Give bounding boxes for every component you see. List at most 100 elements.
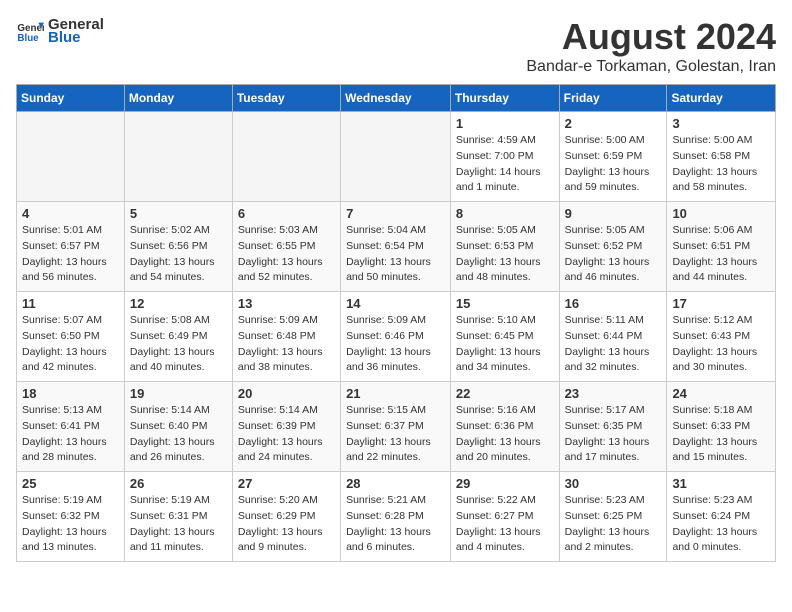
- day-number: 16: [565, 296, 662, 311]
- day-info: Sunrise: 5:12 AMSunset: 6:43 PMDaylight:…: [672, 313, 770, 376]
- day-info: Sunrise: 5:15 AMSunset: 6:37 PMDaylight:…: [346, 403, 445, 466]
- location-title: Bandar-e Torkaman, Golestan, Iran: [526, 58, 776, 76]
- day-cell: [124, 112, 232, 202]
- week-row-5: 25 Sunrise: 5:19 AMSunset: 6:32 PMDayligh…: [17, 472, 776, 562]
- header-thursday: Thursday: [450, 85, 559, 112]
- header-monday: Monday: [124, 85, 232, 112]
- month-title: August 2024: [526, 16, 776, 58]
- day-cell: 21Sunrise: 5:15 AMSunset: 6:37 PMDayligh…: [341, 382, 451, 472]
- day-cell: 30 Sunrise: 5:23 AMSunset: 6:25 PMDayligh…: [559, 472, 667, 562]
- week-row-3: 11Sunrise: 5:07 AMSunset: 6:50 PMDayligh…: [17, 292, 776, 382]
- day-number: 8: [456, 206, 554, 221]
- day-cell: [232, 112, 340, 202]
- day-number: 12: [130, 296, 227, 311]
- day-cell: 23 Sunrise: 5:17 AMSunset: 6:35 PMDayligh…: [559, 382, 667, 472]
- day-info: Sunrise: 5:22 AMSunset: 6:27 PMDaylight:…: [456, 493, 554, 556]
- day-info: Sunrise: 5:04 AMSunset: 6:54 PMDaylight:…: [346, 223, 445, 286]
- day-cell: 4 Sunrise: 5:01 AMSunset: 6:57 PMDaylight…: [17, 202, 125, 292]
- day-cell: [17, 112, 125, 202]
- day-cell: 19Sunrise: 5:14 AMSunset: 6:40 PMDayligh…: [124, 382, 232, 472]
- day-cell: 8 Sunrise: 5:05 AMSunset: 6:53 PMDaylight…: [450, 202, 559, 292]
- day-cell: 18Sunrise: 5:13 AMSunset: 6:41 PMDayligh…: [17, 382, 125, 472]
- header-saturday: Saturday: [667, 85, 776, 112]
- day-number: 19: [130, 386, 227, 401]
- day-cell: 15 Sunrise: 5:10 AMSunset: 6:45 PMDayligh…: [450, 292, 559, 382]
- week-row-2: 4 Sunrise: 5:01 AMSunset: 6:57 PMDaylight…: [17, 202, 776, 292]
- day-cell: 10 Sunrise: 5:06 AMSunset: 6:51 PMDayligh…: [667, 202, 776, 292]
- day-info: Sunrise: 5:23 AMSunset: 6:25 PMDaylight:…: [565, 493, 662, 556]
- svg-text:Blue: Blue: [17, 33, 39, 44]
- day-info: Sunrise: 5:20 AMSunset: 6:29 PMDaylight:…: [238, 493, 335, 556]
- day-number: 10: [672, 206, 770, 221]
- calendar-header-row: SundayMondayTuesdayWednesdayThursdayFrid…: [17, 85, 776, 112]
- day-number: 29: [456, 476, 554, 491]
- calendar-table: SundayMondayTuesdayWednesdayThursdayFrid…: [16, 84, 776, 562]
- day-number: 13: [238, 296, 335, 311]
- day-number: 4: [22, 206, 119, 221]
- day-info: Sunrise: 5:05 AMSunset: 6:52 PMDaylight:…: [565, 223, 662, 286]
- day-number: 9: [565, 206, 662, 221]
- day-number: 6: [238, 206, 335, 221]
- day-cell: 26 Sunrise: 5:19 AMSunset: 6:31 PMDayligh…: [124, 472, 232, 562]
- day-info: Sunrise: 5:18 AMSunset: 6:33 PMDaylight:…: [672, 403, 770, 466]
- day-info: Sunrise: 5:06 AMSunset: 6:51 PMDaylight:…: [672, 223, 770, 286]
- day-info: Sunrise: 5:09 AMSunset: 6:46 PMDaylight:…: [346, 313, 445, 376]
- day-info: Sunrise: 5:00 AMSunset: 6:58 PMDaylight:…: [672, 133, 770, 196]
- day-info: Sunrise: 5:21 AMSunset: 6:28 PMDaylight:…: [346, 493, 445, 556]
- day-cell: 17 Sunrise: 5:12 AMSunset: 6:43 PMDayligh…: [667, 292, 776, 382]
- header: General Blue General Blue August 2024 Ba…: [16, 16, 776, 76]
- day-info: Sunrise: 5:10 AMSunset: 6:45 PMDaylight:…: [456, 313, 554, 376]
- day-cell: 9 Sunrise: 5:05 AMSunset: 6:52 PMDaylight…: [559, 202, 667, 292]
- day-cell: 25 Sunrise: 5:19 AMSunset: 6:32 PMDayligh…: [17, 472, 125, 562]
- day-cell: 20Sunrise: 5:14 AMSunset: 6:39 PMDayligh…: [232, 382, 340, 472]
- day-number: 15: [456, 296, 554, 311]
- day-info: Sunrise: 5:05 AMSunset: 6:53 PMDaylight:…: [456, 223, 554, 286]
- day-number: 20: [238, 386, 335, 401]
- day-number: 3: [672, 116, 770, 131]
- day-cell: 5 Sunrise: 5:02 AMSunset: 6:56 PMDaylight…: [124, 202, 232, 292]
- day-info: Sunrise: 4:59 AMSunset: 7:00 PMDaylight:…: [456, 133, 554, 196]
- header-sunday: Sunday: [17, 85, 125, 112]
- day-number: 25: [22, 476, 119, 491]
- day-info: Sunrise: 5:07 AMSunset: 6:50 PMDaylight:…: [22, 313, 119, 376]
- day-number: 1: [456, 116, 554, 131]
- day-number: 2: [565, 116, 662, 131]
- day-info: Sunrise: 5:16 AMSunset: 6:36 PMDaylight:…: [456, 403, 554, 466]
- day-number: 22: [456, 386, 554, 401]
- logo-icon: General Blue: [16, 17, 44, 45]
- day-info: Sunrise: 5:17 AMSunset: 6:35 PMDaylight:…: [565, 403, 662, 466]
- day-cell: 13 Sunrise: 5:09 AMSunset: 6:48 PMDayligh…: [232, 292, 340, 382]
- day-cell: 31Sunrise: 5:23 AMSunset: 6:24 PMDayligh…: [667, 472, 776, 562]
- day-info: Sunrise: 5:02 AMSunset: 6:56 PMDaylight:…: [130, 223, 227, 286]
- day-number: 5: [130, 206, 227, 221]
- day-cell: 27Sunrise: 5:20 AMSunset: 6:29 PMDayligh…: [232, 472, 340, 562]
- day-number: 26: [130, 476, 227, 491]
- logo: General Blue General Blue: [16, 16, 104, 46]
- day-cell: 16 Sunrise: 5:11 AMSunset: 6:44 PMDayligh…: [559, 292, 667, 382]
- day-cell: 1 Sunrise: 4:59 AMSunset: 7:00 PMDaylight…: [450, 112, 559, 202]
- day-info: Sunrise: 5:11 AMSunset: 6:44 PMDaylight:…: [565, 313, 662, 376]
- day-info: Sunrise: 5:23 AMSunset: 6:24 PMDaylight:…: [672, 493, 770, 556]
- day-cell: 14Sunrise: 5:09 AMSunset: 6:46 PMDayligh…: [341, 292, 451, 382]
- day-info: Sunrise: 5:03 AMSunset: 6:55 PMDaylight:…: [238, 223, 335, 286]
- day-cell: 3 Sunrise: 5:00 AMSunset: 6:58 PMDaylight…: [667, 112, 776, 202]
- day-number: 30: [565, 476, 662, 491]
- day-info: Sunrise: 5:19 AMSunset: 6:31 PMDaylight:…: [130, 493, 227, 556]
- day-info: Sunrise: 5:19 AMSunset: 6:32 PMDaylight:…: [22, 493, 119, 556]
- day-cell: 7 Sunrise: 5:04 AMSunset: 6:54 PMDaylight…: [341, 202, 451, 292]
- day-number: 23: [565, 386, 662, 401]
- day-cell: 11Sunrise: 5:07 AMSunset: 6:50 PMDayligh…: [17, 292, 125, 382]
- day-number: 24: [672, 386, 770, 401]
- day-info: Sunrise: 5:09 AMSunset: 6:48 PMDaylight:…: [238, 313, 335, 376]
- week-row-1: 1 Sunrise: 4:59 AMSunset: 7:00 PMDaylight…: [17, 112, 776, 202]
- day-cell: 29 Sunrise: 5:22 AMSunset: 6:27 PMDayligh…: [450, 472, 559, 562]
- header-tuesday: Tuesday: [232, 85, 340, 112]
- day-number: 7: [346, 206, 445, 221]
- day-info: Sunrise: 5:08 AMSunset: 6:49 PMDaylight:…: [130, 313, 227, 376]
- week-row-4: 18Sunrise: 5:13 AMSunset: 6:41 PMDayligh…: [17, 382, 776, 472]
- day-info: Sunrise: 5:01 AMSunset: 6:57 PMDaylight:…: [22, 223, 119, 286]
- day-number: 17: [672, 296, 770, 311]
- day-number: 18: [22, 386, 119, 401]
- header-friday: Friday: [559, 85, 667, 112]
- day-cell: [341, 112, 451, 202]
